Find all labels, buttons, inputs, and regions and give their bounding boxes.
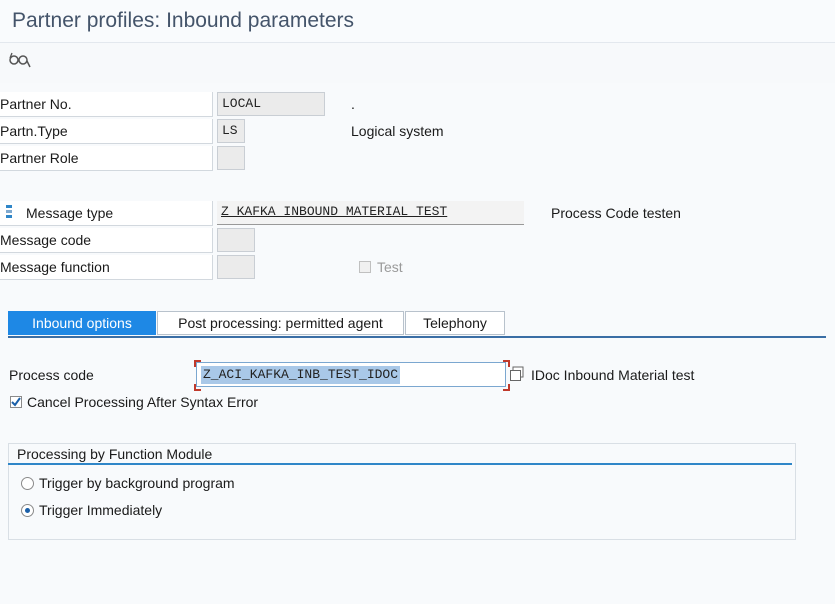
- radio-trigger-immediately-label: Trigger Immediately: [39, 502, 163, 518]
- partner-no-desc: .: [351, 96, 355, 112]
- partner-type-label: Partn.Type: [0, 119, 213, 144]
- radio-trigger-immediately[interactable]: [21, 504, 34, 517]
- partner-role-field[interactable]: [217, 146, 245, 170]
- radio-background-program[interactable]: [21, 477, 34, 490]
- group-title-rule: [8, 463, 792, 465]
- test-label: Test: [377, 259, 403, 275]
- partner-type-field[interactable]: LS: [217, 119, 245, 143]
- tab-telephony[interactable]: Telephony: [405, 311, 505, 335]
- focus-corner-icon: [503, 384, 510, 391]
- radio-dot-icon: [25, 508, 30, 513]
- test-checkbox[interactable]: [359, 261, 371, 273]
- page-title: Partner profiles: Inbound parameters: [12, 9, 355, 32]
- tab-post-processing[interactable]: Post processing: permitted agent: [157, 311, 404, 335]
- partner-role-label: Partner Role: [0, 146, 213, 171]
- message-type-field[interactable]: Z_KAFKA_INBOUND_MATERIAL_TEST: [217, 201, 524, 225]
- checkmark-icon: [11, 397, 21, 407]
- message-function-label: Message function: [0, 255, 213, 280]
- message-type-desc: Process Code testen: [551, 205, 681, 221]
- toolbar: [0, 43, 835, 83]
- cancel-processing-label: Cancel Processing After Syntax Error: [27, 394, 259, 410]
- message-code-field[interactable]: [217, 228, 255, 252]
- tab-inbound-options[interactable]: Inbound options: [8, 311, 156, 335]
- glasses-icon[interactable]: [8, 49, 32, 71]
- partner-type-desc: Logical system: [351, 123, 444, 139]
- message-code-label: Message code: [0, 228, 213, 253]
- tab-strip-rule: [8, 336, 826, 338]
- focus-corner-icon: [194, 384, 201, 391]
- partner-no-field[interactable]: LOCAL: [217, 92, 325, 116]
- key-icon: [4, 204, 14, 222]
- radio-background-program-label: Trigger by background program: [39, 475, 235, 491]
- process-code-desc: IDoc Inbound Material test: [531, 367, 695, 383]
- processing-group-title: Processing by Function Module: [17, 446, 213, 462]
- cancel-processing-checkbox[interactable]: [10, 396, 22, 408]
- value-help-icon[interactable]: [509, 366, 525, 382]
- partner-no-label: Partner No.: [0, 92, 213, 117]
- process-code-label: Process code: [9, 367, 94, 383]
- message-type-label: Message type: [0, 201, 213, 226]
- message-function-field[interactable]: [217, 255, 255, 279]
- process-code-value: Z_ACI_KAFKA_INB_TEST_IDOC: [201, 366, 401, 384]
- focus-corner-icon: [194, 360, 201, 367]
- process-code-field[interactable]: Z_ACI_KAFKA_INB_TEST_IDOC: [196, 362, 506, 387]
